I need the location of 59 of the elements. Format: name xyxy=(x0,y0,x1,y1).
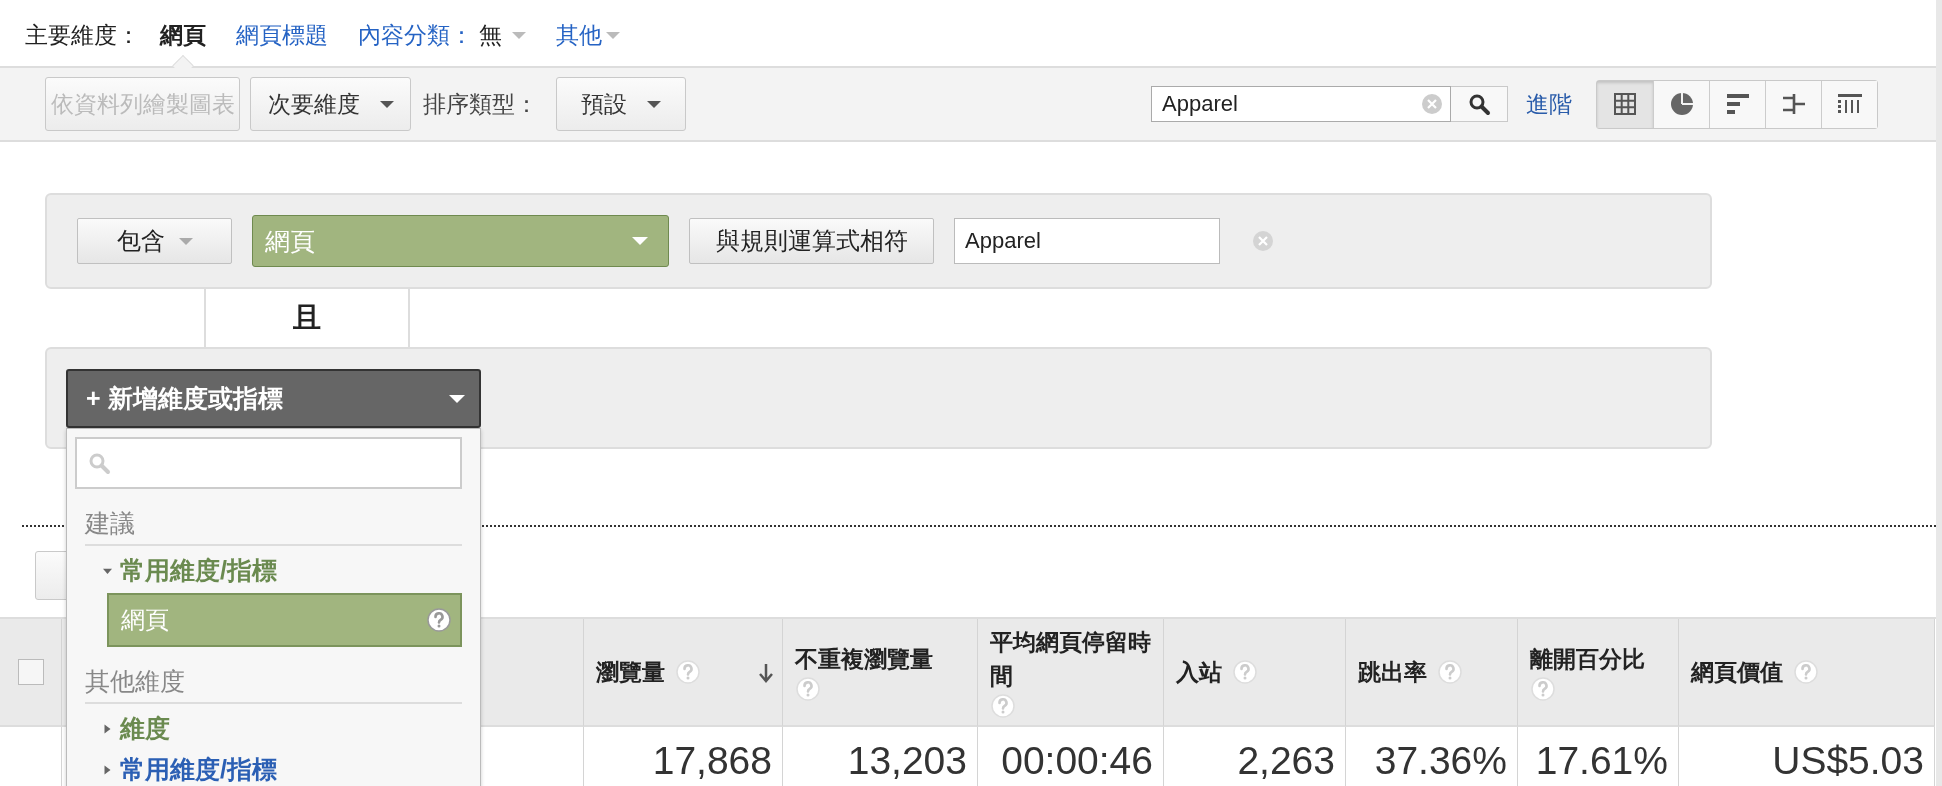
clear-icon[interactable] xyxy=(1421,93,1443,115)
match-type-dropdown[interactable]: 與規則運算式相符 xyxy=(689,218,934,264)
menu-section-header: 建議 xyxy=(85,507,462,546)
remove-icon[interactable] xyxy=(1252,230,1274,252)
sort-arrow-icon[interactable] xyxy=(758,663,774,683)
table-cell: 13,203 xyxy=(847,739,967,782)
menu-group[interactable]: 常用維度/指標 xyxy=(120,753,277,786)
table-cell: 17,868 xyxy=(652,739,772,782)
menu-group[interactable]: 維度 xyxy=(120,712,170,745)
menu-group[interactable]: 常用維度/指標 xyxy=(120,554,277,587)
add-dimension-dropdown[interactable]: + 新增維度或指標 xyxy=(66,369,481,428)
search-button[interactable] xyxy=(1451,86,1508,122)
table-cell: 17.61% xyxy=(1535,739,1668,782)
search-field[interactable]: Apparel xyxy=(1151,86,1451,122)
include-dropdown[interactable]: 包含 xyxy=(77,218,232,264)
view-toggle[interactable] xyxy=(1597,80,1653,128)
search-icon xyxy=(1467,92,1491,116)
column-header[interactable]: 瀏覽量 xyxy=(584,619,783,727)
column-header[interactable]: 網頁價值 xyxy=(1679,619,1935,727)
column-header[interactable]: 平均網頁停留時間 xyxy=(978,619,1164,727)
view-toggle[interactable] xyxy=(1765,80,1821,128)
dimension-option[interactable]: 網頁 xyxy=(160,19,206,51)
caret-icon[interactable] xyxy=(647,100,661,108)
bar-chart-icon xyxy=(1725,93,1750,115)
search-icon xyxy=(87,451,111,475)
and-label: 且 xyxy=(293,301,321,335)
menu-search-field[interactable] xyxy=(75,437,462,489)
table-cell: 2,263 xyxy=(1237,739,1335,782)
advanced-link[interactable]: 進階 xyxy=(1526,88,1572,120)
pivot-icon xyxy=(1836,93,1863,115)
select-all-checkbox[interactable] xyxy=(17,659,44,685)
caret-icon[interactable] xyxy=(449,394,465,403)
dimension-option[interactable]: 網頁標題 xyxy=(236,19,328,51)
sort-type-dropdown[interactable]: 預設 xyxy=(556,77,686,131)
table-cell: 37.36% xyxy=(1374,739,1507,782)
collapsed-caret-icon[interactable] xyxy=(103,722,112,735)
comparison-icon xyxy=(1781,92,1806,116)
table-cell: US$5.03 xyxy=(1772,739,1924,782)
primary-dimension-label: 主要維度： xyxy=(25,20,140,50)
column-header[interactable]: 離開百分比 xyxy=(1518,619,1679,727)
secondary-dimension-dropdown[interactable]: 次要維度 xyxy=(250,77,411,131)
filter-value-field[interactable]: Apparel xyxy=(954,218,1220,264)
table-cell: 00:00:46 xyxy=(1001,739,1153,782)
collapsed-caret-icon[interactable] xyxy=(103,763,112,776)
menu-section-header: 其他維度 xyxy=(85,665,462,704)
column-header[interactable]: 入站 xyxy=(1164,619,1346,727)
dimension-option[interactable]: 內容分類： xyxy=(358,19,473,51)
option-value[interactable]: 無 xyxy=(479,19,502,51)
view-toggle[interactable] xyxy=(1653,80,1709,128)
dimension-option[interactable]: 其他 xyxy=(556,19,602,51)
view-toggle[interactable] xyxy=(1821,80,1877,128)
column-header[interactable]: 跳出率 xyxy=(1346,619,1518,727)
caret-icon[interactable] xyxy=(379,100,394,108)
column-header[interactable]: 不重複瀏覽量 xyxy=(783,619,978,727)
grid-icon xyxy=(1613,92,1637,116)
sort-type-label: 排序類型： xyxy=(423,89,538,119)
view-toggle[interactable] xyxy=(1709,80,1765,128)
help-icon[interactable] xyxy=(426,607,452,633)
pie-chart-icon xyxy=(1669,92,1694,116)
